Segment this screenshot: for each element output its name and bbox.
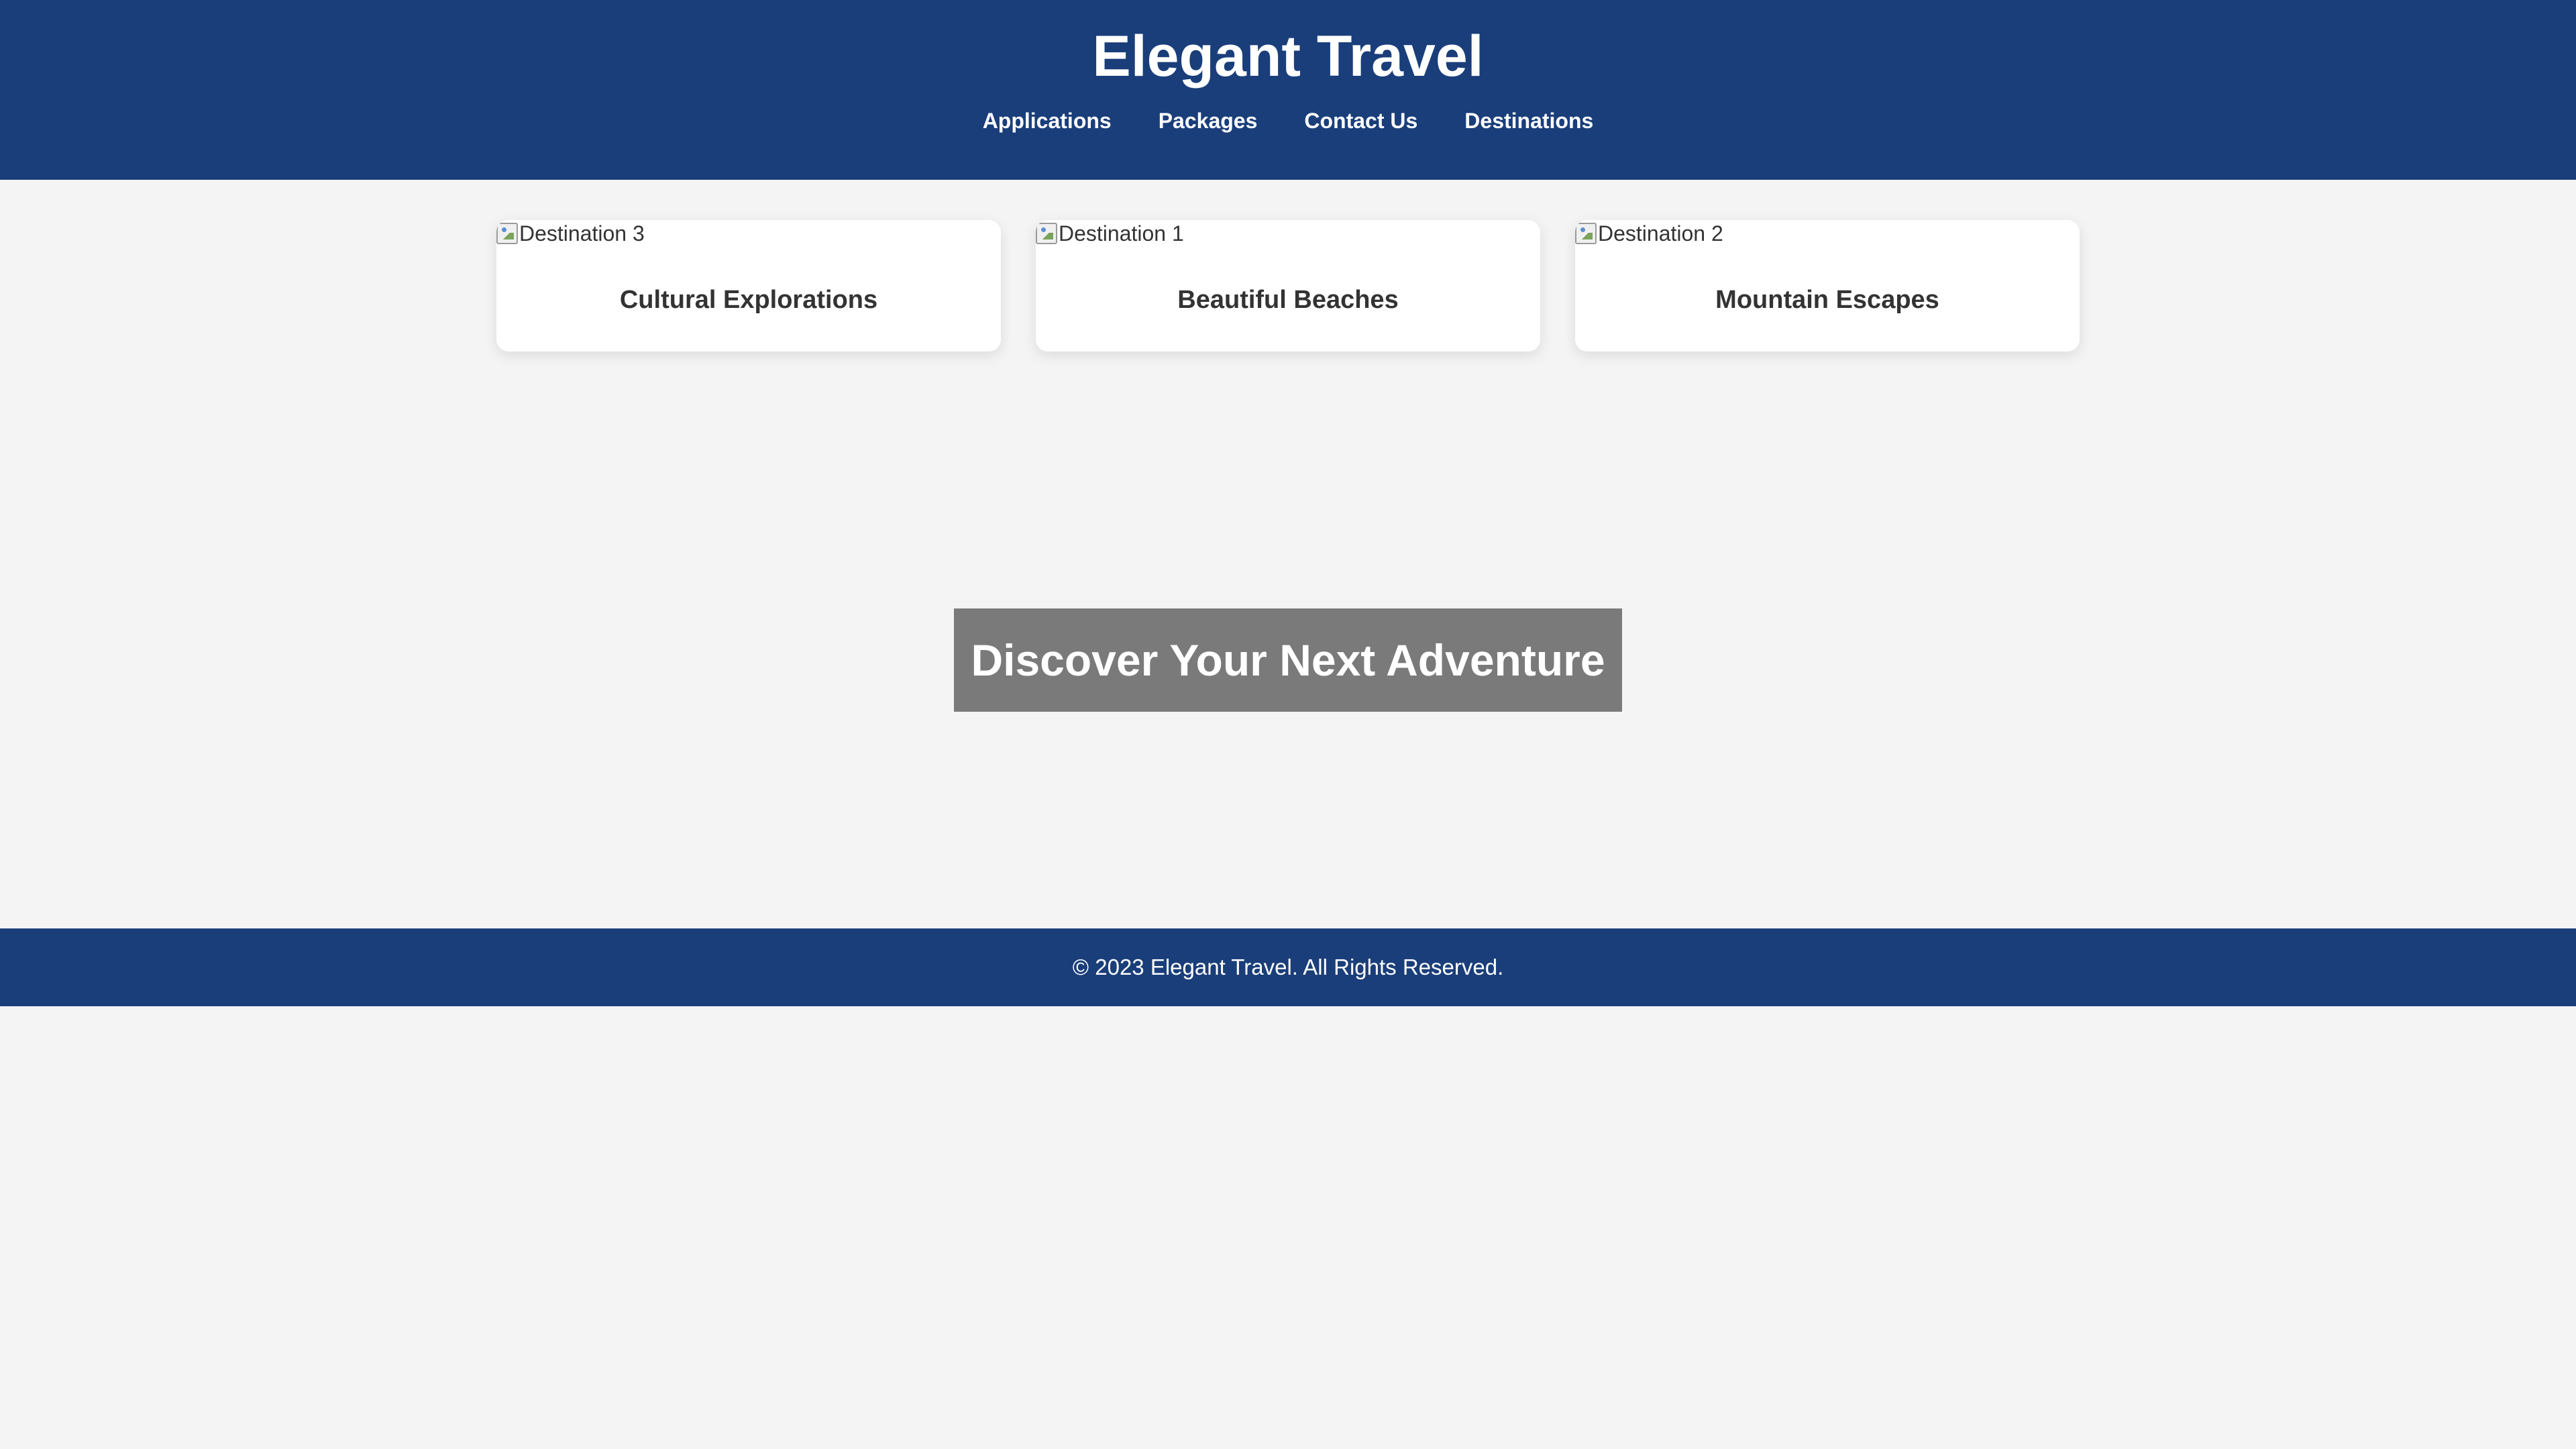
site-footer: © 2023 Elegant Travel. All Rights Reserv… — [0, 928, 2576, 1006]
nav-link-contact-us[interactable]: Contact Us — [1304, 106, 1417, 136]
broken-image-icon — [496, 223, 518, 244]
destination-image: Destination 2 — [1575, 220, 1723, 247]
broken-image-icon — [1036, 223, 1057, 244]
hero-title: Discover Your Next Adventure — [971, 635, 1605, 685]
nav-link-packages[interactable]: Packages — [1159, 106, 1258, 136]
site-header: Elegant Travel Applications Packages Con… — [0, 0, 2576, 180]
destination-card-beaches[interactable]: Destination 1 Beautiful Beaches — [1036, 220, 1540, 352]
footer-copyright: © 2023 Elegant Travel. All Rights Reserv… — [1072, 955, 1504, 979]
destination-image: Destination 3 — [496, 220, 645, 247]
hero-banner: Discover Your Next Adventure — [954, 608, 1622, 712]
nav-link-destinations[interactable]: Destinations — [1464, 106, 1593, 136]
broken-image-icon — [1575, 223, 1597, 244]
nav-link-applications[interactable]: Applications — [983, 106, 1112, 136]
destination-image: Destination 1 — [1036, 220, 1184, 247]
image-alt-text: Destination 1 — [1059, 221, 1184, 246]
card-title: Cultural Explorations — [619, 286, 878, 314]
image-alt-text: Destination 3 — [519, 221, 645, 246]
destination-cards: Destination 3 Cultural Explorations Dest… — [496, 220, 2080, 352]
site-title: Elegant Travel — [1092, 24, 1484, 89]
destination-card-cultural[interactable]: Destination 3 Cultural Explorations — [496, 220, 1001, 352]
main-nav: Applications Packages Contact Us Destina… — [0, 106, 2576, 136]
image-alt-text: Destination 2 — [1598, 221, 1723, 246]
destination-card-mountains[interactable]: Destination 2 Mountain Escapes — [1575, 220, 2080, 352]
card-title: Mountain Escapes — [1715, 286, 1939, 314]
card-title: Beautiful Beaches — [1177, 286, 1399, 314]
